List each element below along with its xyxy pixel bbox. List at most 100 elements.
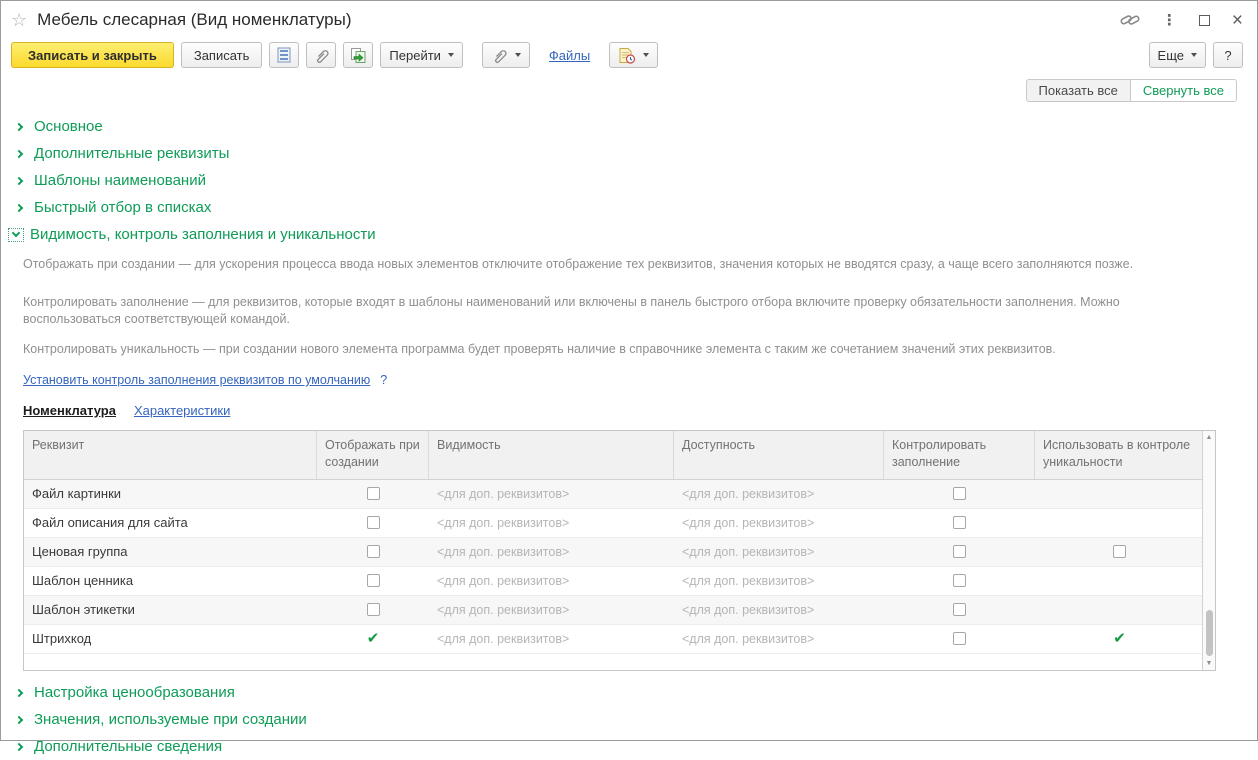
window-title: Мебель слесарная (Вид номенклатуры) — [37, 10, 351, 30]
goto-button[interactable]: Перейти — [380, 42, 463, 68]
availability-cell[interactable]: <для доп. реквизитов> — [674, 603, 884, 617]
table-row[interactable]: Шаблон этикетки<для доп. реквизитов><для… — [24, 596, 1202, 625]
visibility-section-content: Отображать при создании — для ускорения … — [1, 248, 1257, 671]
tab-nomenklatura[interactable]: Номенклатура — [23, 403, 116, 418]
display-on-create-cell[interactable]: ✔ — [317, 631, 429, 646]
availability-cell[interactable]: <для доп. реквизитов> — [674, 574, 884, 588]
chevron-right-icon — [15, 122, 23, 130]
visibility-cell[interactable]: <для доп. реквизитов> — [429, 516, 674, 530]
col-visibility[interactable]: Видимость — [429, 431, 674, 479]
uniqueness-cell[interactable] — [1035, 545, 1202, 558]
visibility-cell[interactable]: <для доп. реквизитов> — [429, 487, 674, 501]
checkbox[interactable] — [367, 545, 380, 558]
checkbox[interactable] — [367, 603, 380, 616]
availability-cell[interactable]: <для доп. реквизитов> — [674, 487, 884, 501]
attach-button[interactable] — [306, 42, 336, 68]
control-fill-cell[interactable] — [884, 545, 1035, 558]
help-button[interactable]: ? — [1213, 42, 1243, 68]
checkbox[interactable] — [367, 574, 380, 587]
section-label: Основное — [34, 118, 103, 135]
maximize-icon[interactable] — [1199, 15, 1210, 26]
section-nastroyka-cenoobrazovaniya[interactable]: Настройка ценообразования — [1, 679, 1257, 706]
files-link[interactable]: Файлы — [549, 48, 590, 63]
section-dopolnitelnye-svedeniya[interactable]: Дополнительные сведения — [1, 733, 1257, 760]
save-close-button[interactable]: Записать и закрыть — [11, 42, 174, 68]
availability-cell[interactable]: <для доп. реквизитов> — [674, 545, 884, 559]
set-default-control-link[interactable]: Установить контроль заполнения реквизито… — [23, 373, 370, 387]
col-display-on-create[interactable]: Отображать при создании — [317, 431, 429, 479]
display-on-create-cell[interactable] — [317, 603, 429, 616]
kebab-menu-icon[interactable]: ⋮ — [1162, 11, 1177, 29]
copy-arrow-icon — [350, 47, 367, 64]
close-icon[interactable]: × — [1232, 11, 1243, 30]
copy-button[interactable] — [343, 42, 373, 68]
visibility-cell[interactable]: <для доп. реквизитов> — [429, 603, 674, 617]
section-bystryy-otbor[interactable]: Быстрый отбор в списках — [1, 194, 1257, 221]
section-shablony-naimenovaniy[interactable]: Шаблоны наименований — [1, 167, 1257, 194]
visibility-cell[interactable]: <для доп. реквизитов> — [429, 545, 674, 559]
link-icon[interactable] — [1120, 12, 1140, 28]
favorite-star-icon[interactable]: ☆ — [11, 11, 27, 29]
checkbox[interactable] — [367, 487, 380, 500]
attribute-name-cell: Ценовая группа — [24, 544, 317, 559]
availability-cell[interactable]: <для доп. реквизитов> — [674, 632, 884, 646]
control-fill-cell[interactable] — [884, 487, 1035, 500]
checkbox[interactable] — [953, 574, 966, 587]
checkbox[interactable] — [953, 487, 966, 500]
visibility-cell[interactable]: <для доп. реквизитов> — [429, 574, 674, 588]
checkbox[interactable] — [1113, 545, 1126, 558]
titlebar: ☆ Мебель слесарная (Вид номенклатуры) ⋮ … — [1, 1, 1257, 33]
control-fill-cell[interactable] — [884, 603, 1035, 616]
section-label: Быстрый отбор в списках — [34, 199, 211, 216]
more-button[interactable]: Еще — [1149, 42, 1206, 68]
control-fill-cell[interactable] — [884, 516, 1035, 529]
col-uniqueness[interactable]: Использовать в контроле уникальности — [1035, 431, 1202, 479]
display-on-create-cell[interactable] — [317, 516, 429, 529]
table-row[interactable]: Штрихкод ✔ <для доп. реквизитов><для доп. … — [24, 625, 1202, 654]
hint-control-fill: Контролировать заполнение — для реквизит… — [23, 294, 1203, 329]
checkbox[interactable] — [953, 516, 966, 529]
attachments-dropdown-button[interactable] — [482, 42, 530, 68]
control-fill-cell[interactable] — [884, 632, 1035, 645]
checked-mark-icon[interactable]: ✔ — [1113, 631, 1126, 646]
checkbox[interactable] — [953, 545, 966, 558]
history-dropdown-button[interactable] — [609, 42, 658, 68]
collapse-all-button[interactable]: Свернуть все — [1130, 79, 1237, 102]
uniqueness-cell[interactable]: ✔ — [1035, 631, 1202, 646]
visibility-cell[interactable]: <для доп. реквизитов> — [429, 632, 674, 646]
section-znacheniya-pri-sozdanii[interactable]: Значения, используемые при создании — [1, 706, 1257, 733]
col-availability[interactable]: Доступность — [674, 431, 884, 479]
view-controls: Показать все Свернуть все — [1, 68, 1257, 102]
checkbox[interactable] — [953, 603, 966, 616]
checkbox[interactable] — [953, 632, 966, 645]
checkbox[interactable] — [367, 516, 380, 529]
tab-kharakteristiki[interactable]: Характеристики — [134, 403, 230, 418]
chevron-down-icon — [1191, 53, 1197, 57]
checked-mark-icon[interactable]: ✔ — [367, 631, 380, 646]
control-fill-cell[interactable] — [884, 574, 1035, 587]
section-dop-rekvizity[interactable]: Дополнительные реквизиты — [1, 140, 1257, 167]
table-row[interactable]: Шаблон ценника<для доп. реквизитов><для … — [24, 567, 1202, 596]
scrollbar-down-icon[interactable]: ▼ — [1203, 660, 1215, 667]
structure-button[interactable] — [269, 42, 299, 68]
section-label: Видимость, контроль заполнения и уникаль… — [30, 226, 376, 243]
save-button[interactable]: Записать — [181, 42, 263, 68]
col-control-fill[interactable]: Контролировать заполнение — [884, 431, 1035, 479]
table-row[interactable]: Файл картинки<для доп. реквизитов><для д… — [24, 480, 1202, 509]
availability-cell[interactable]: <для доп. реквизитов> — [674, 516, 884, 530]
scrollbar-up-icon[interactable]: ▲ — [1203, 434, 1215, 441]
toolbar: Записать и закрыть Записать — [1, 33, 1257, 68]
table-row[interactable]: Ценовая группа <для доп. реквизитов><для … — [24, 538, 1202, 567]
section-vidimost-expanded[interactable]: Видимость, контроль заполнения и уникаль… — [1, 221, 1257, 248]
display-on-create-cell[interactable] — [317, 487, 429, 500]
section-osnovnoe[interactable]: Основное — [1, 113, 1257, 140]
display-on-create-cell[interactable] — [317, 545, 429, 558]
link-help-icon[interactable]: ? — [380, 373, 387, 387]
scrollbar-thumb[interactable] — [1206, 610, 1213, 656]
col-rekvizit[interactable]: Реквизит — [24, 431, 317, 479]
table-row[interactable]: Файл описания для сайта<для доп. реквизи… — [24, 509, 1202, 538]
display-on-create-cell[interactable] — [317, 574, 429, 587]
attribute-name-cell: Штрихкод — [24, 631, 317, 646]
table-scrollbar[interactable]: ▲ ▼ — [1202, 431, 1215, 670]
show-all-button[interactable]: Показать все — [1026, 79, 1131, 102]
